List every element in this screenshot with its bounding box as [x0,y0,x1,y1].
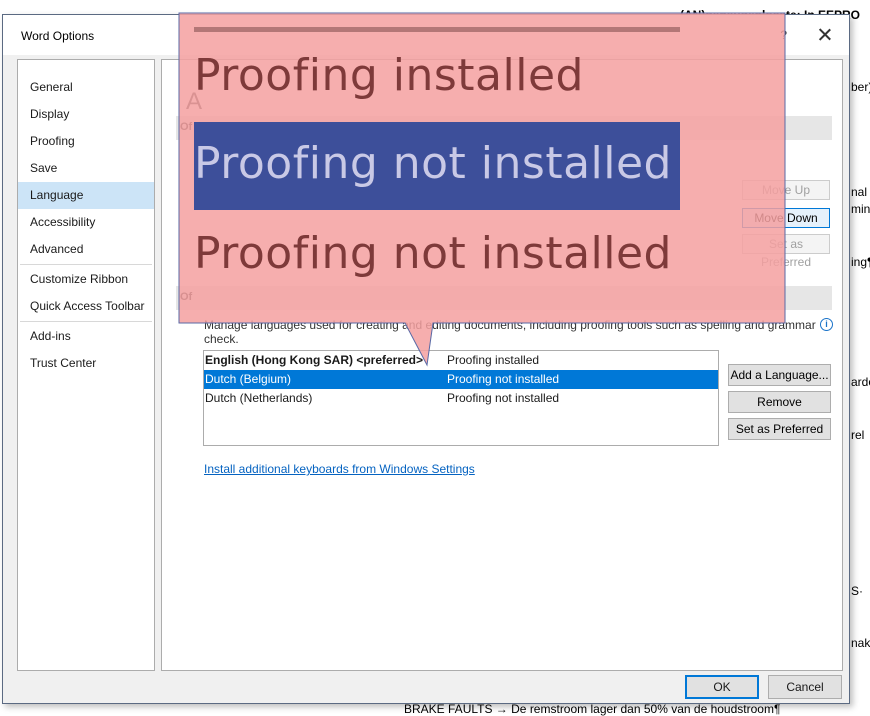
section-header-office-display-language: Of [176,116,832,140]
cancel-button[interactable]: Cancel [768,675,842,699]
doc-fragment: rel [851,428,865,442]
sidebar-item-display[interactable]: Display [18,101,154,128]
add-language-button[interactable]: Add a Language... [728,364,831,386]
doc-fragment: nake [851,636,870,650]
title-bar: Word Options ? [3,15,849,55]
info-icon[interactable]: i [820,318,833,331]
move-down-button[interactable]: Move Down [742,208,830,228]
sidebar-item-proofing[interactable]: Proofing [18,128,154,155]
doc-fragment: ber) [851,80,870,94]
sidebar-item-advanced[interactable]: Advanced [18,236,154,263]
sidebar-item-trust-center[interactable]: Trust Center [18,350,154,377]
set-preferred-button[interactable]: Set as Preferred [728,418,831,440]
options-sidebar: General Display Proofing Save Language A… [17,59,155,671]
language-name: Dutch (Netherlands) [205,391,313,405]
proofing-status: Proofing not installed [447,391,560,405]
sidebar-item-accessibility[interactable]: Accessibility [18,209,154,236]
page-title: A [186,88,203,115]
doc-fragment: nal [851,185,868,199]
section-title: Of [180,121,193,133]
sidebar-divider [20,321,152,322]
section-header-office-authoring-languages: Of [176,286,832,310]
language-name: Dutch (Belgium) [205,372,292,386]
authoring-languages-list[interactable]: English (Hong Kong SAR) <preferred> Proo… [203,350,719,446]
sidebar-item-language[interactable]: Language [18,182,154,209]
doc-fragment: mina [851,202,870,216]
sidebar-item-customize-ribbon[interactable]: Customize Ribbon [18,266,154,293]
sidebar-item-save[interactable]: Save [18,155,154,182]
language-name: English (Hong Kong SAR) <preferred> [205,353,424,367]
doc-fragment: ing¶ [851,255,870,269]
list-item[interactable]: Dutch (Belgium) Proofing not installed [204,370,718,389]
section-title: Of [180,291,193,303]
sidebar-divider [20,264,152,265]
list-item[interactable]: English (Hong Kong SAR) <preferred> Proo… [204,351,718,370]
doc-fragment: ardo [851,375,870,389]
remove-button[interactable]: Remove [728,391,831,413]
proofing-status: Proofing not installed [447,372,560,386]
language-panel: A Of Move Up Move Down Set as Preferred … [161,59,843,671]
sidebar-item-add-ins[interactable]: Add-ins [18,323,154,350]
languages-description: Manage languages used for creating and e… [204,318,816,346]
dialog-title: Word Options [21,29,95,43]
close-icon[interactable] [815,25,835,45]
doc-fragment: S· [851,584,863,598]
word-options-dialog: Word Options ? General Display Proofing … [2,14,850,704]
sidebar-item-general[interactable]: General [18,74,154,101]
proofing-status: Proofing installed [447,353,540,367]
list-item[interactable]: Dutch (Netherlands) Proofing not install… [204,389,718,408]
ok-button[interactable]: OK [685,675,759,699]
move-up-button[interactable]: Move Up [742,180,830,200]
set-preferred-display-button[interactable]: Set as Preferred [742,234,830,269]
sidebar-item-quick-access-toolbar[interactable]: Quick Access Toolbar [18,293,154,320]
install-keyboards-link[interactable]: Install additional keyboards from Window… [204,462,475,476]
help-button[interactable]: ? [780,28,787,42]
